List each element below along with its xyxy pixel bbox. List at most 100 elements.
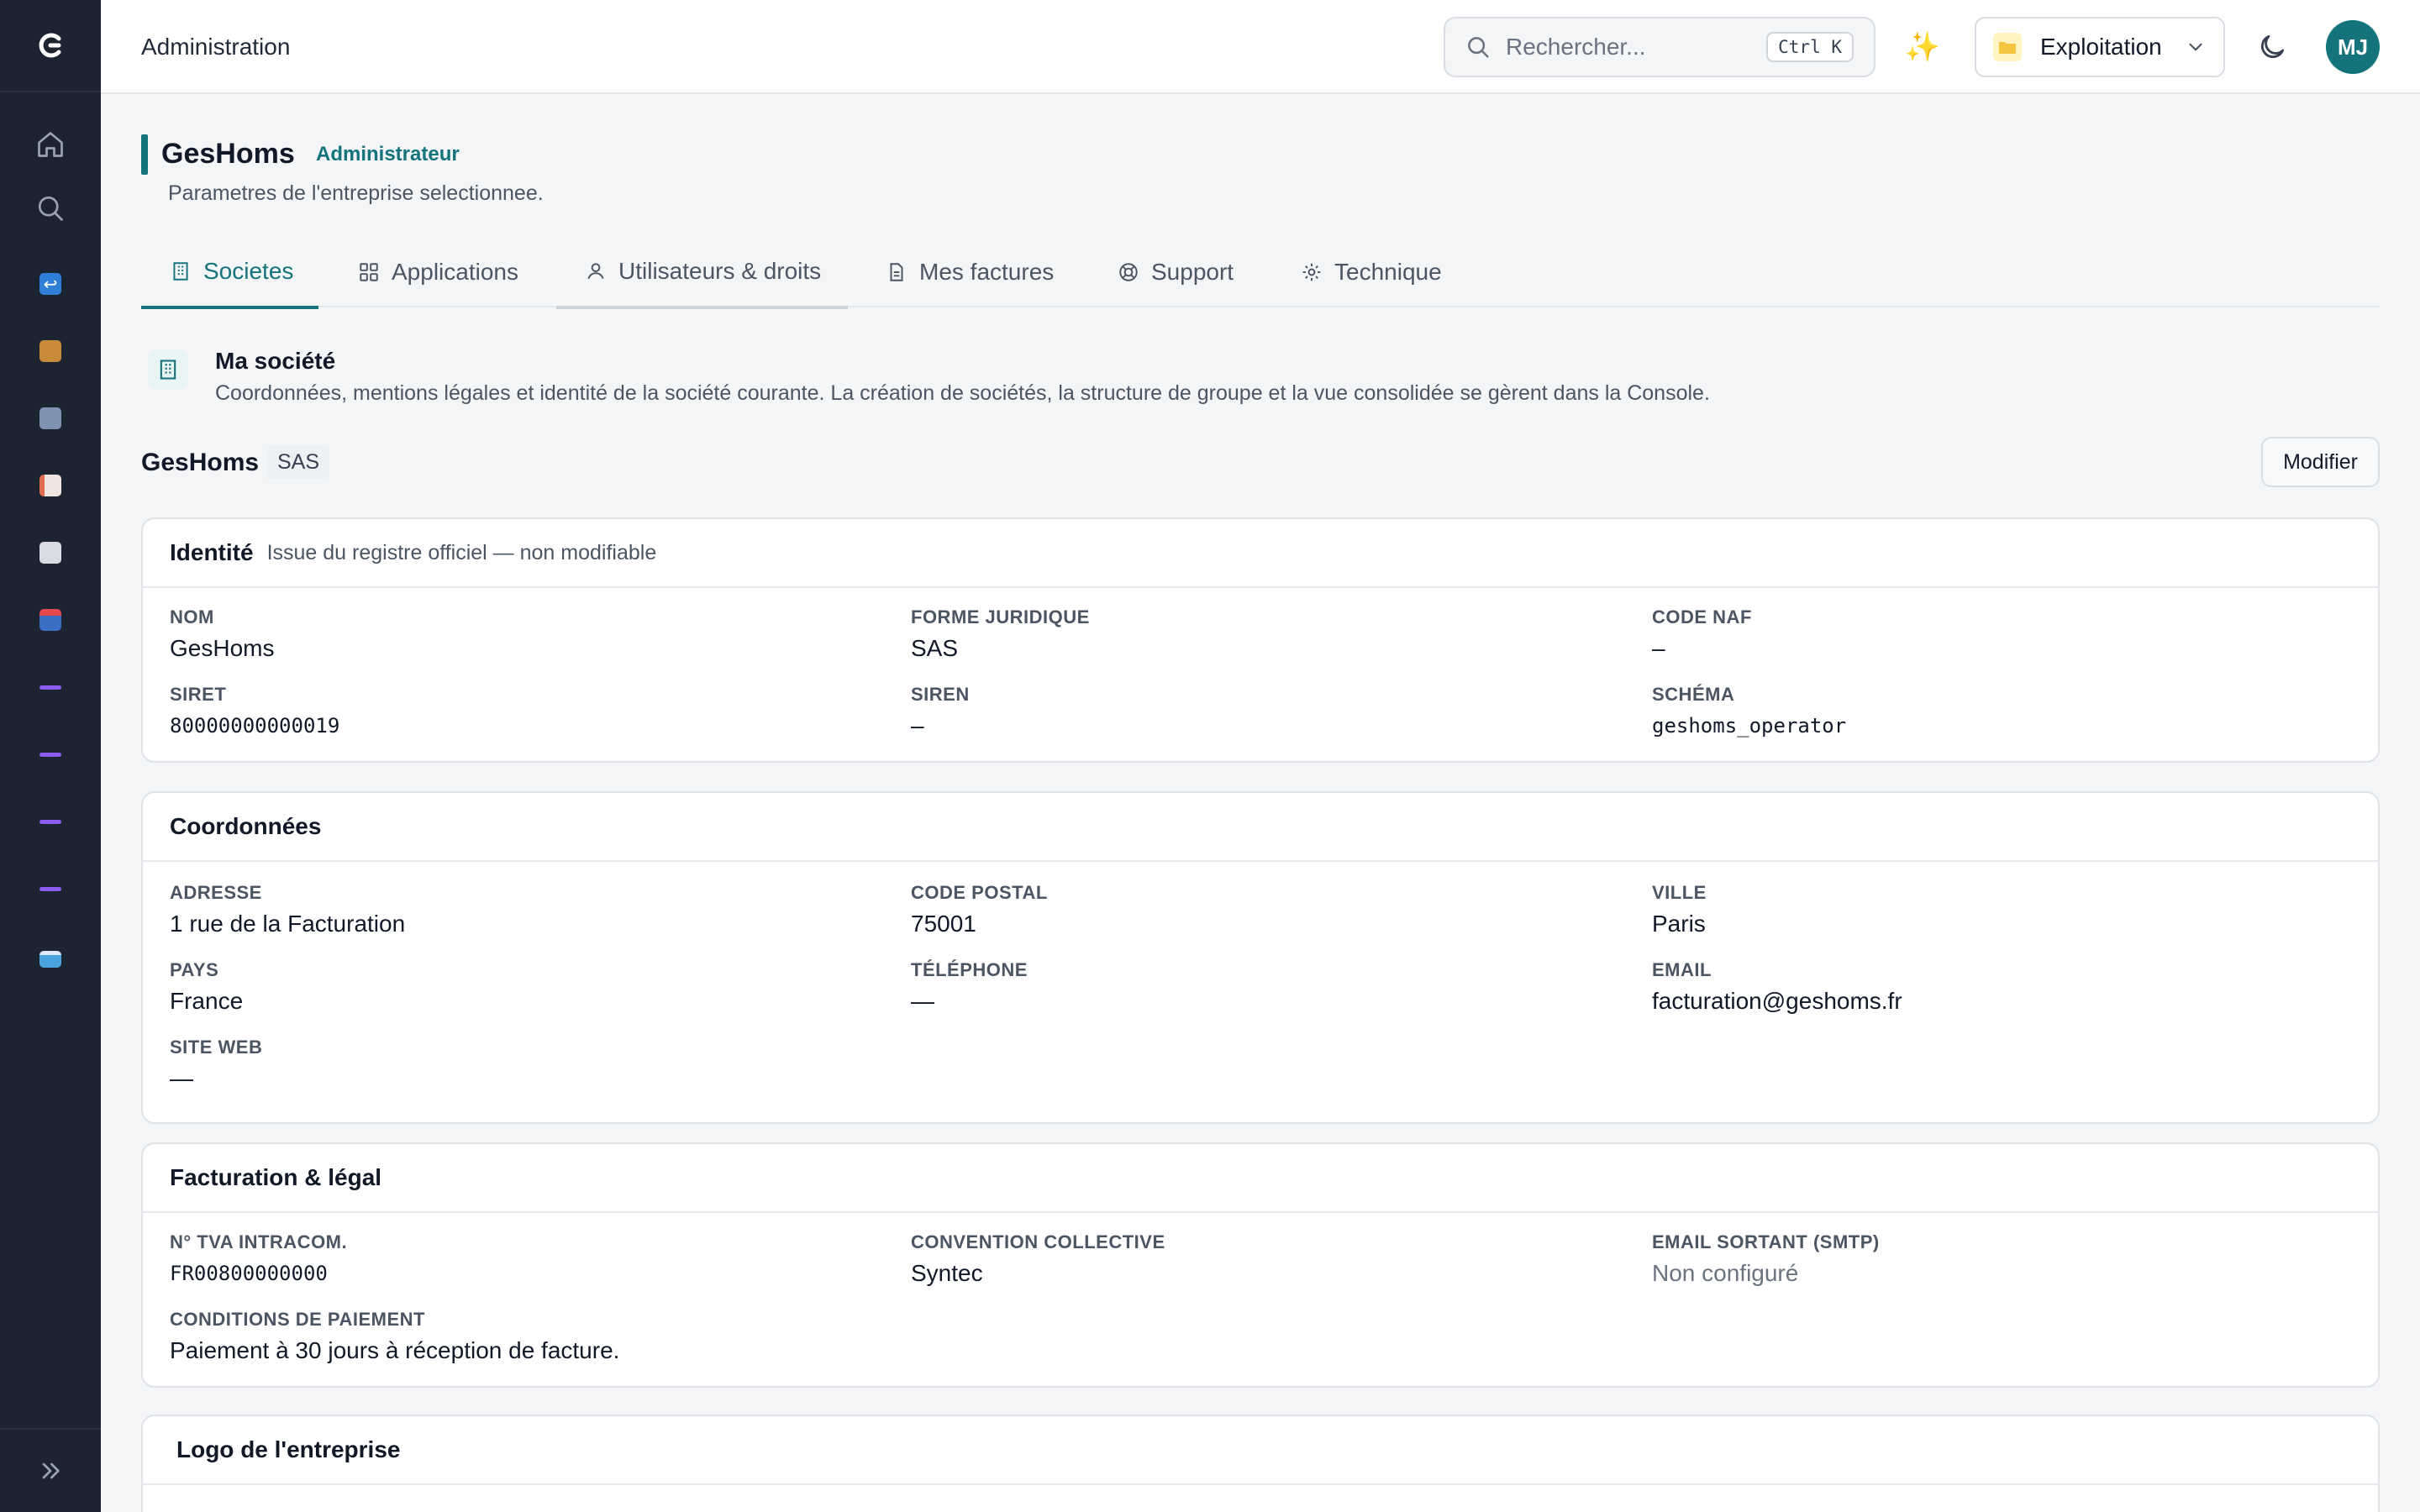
sidebar-module-1[interactable] bbox=[0, 662, 101, 712]
topbar-title: Administration bbox=[141, 34, 291, 60]
chevron-down-icon bbox=[2189, 43, 2202, 51]
card-title: Logo de l'entreprise bbox=[176, 1436, 401, 1462]
company-building-icon bbox=[148, 349, 188, 390]
sidebar-module-4[interactable] bbox=[0, 864, 101, 914]
field-label: SIRET bbox=[170, 684, 227, 705]
role-badge: Administrateur bbox=[316, 143, 460, 165]
field-value: — bbox=[911, 988, 934, 1014]
title-accent-bar bbox=[141, 134, 148, 175]
company-name: GesHoms bbox=[141, 449, 260, 476]
tab-label: Utilisateurs & droits bbox=[618, 258, 822, 284]
card-header: Coordonnées bbox=[143, 793, 2378, 862]
sidebar-search-icon[interactable] bbox=[0, 183, 101, 234]
tab-label: Mes factures bbox=[919, 259, 1055, 285]
logo-icon bbox=[39, 33, 61, 58]
field-tva: N° TVA INTRACOM. FR00800000000 bbox=[170, 1231, 842, 1285]
field-label: EMAIL bbox=[1652, 959, 1712, 980]
logo-card: Logo de l'entreprise bbox=[141, 1415, 2380, 1512]
field-label: NOM bbox=[170, 606, 214, 627]
field-telephone: TÉLÉPHONE — bbox=[911, 959, 1583, 1015]
field-label: SITE WEB bbox=[170, 1037, 263, 1058]
sidebar-package-icon[interactable] bbox=[0, 326, 101, 376]
card-title: Identité bbox=[170, 539, 254, 565]
field-value: Syntec bbox=[911, 1260, 983, 1286]
topbar: Administration Rechercher... Ctrl K ✨ Ex… bbox=[101, 0, 2420, 94]
field-convention: CONVENTION COLLECTIVE Syntec bbox=[911, 1231, 1583, 1287]
field-value: France bbox=[170, 988, 244, 1014]
sidebar: ↩ bbox=[0, 0, 101, 1512]
section-header: Ma société Coordonnées, mentions légales… bbox=[141, 343, 2380, 427]
sidebar-module-2[interactable] bbox=[0, 729, 101, 780]
sidebar-document-icon[interactable] bbox=[0, 460, 101, 511]
ai-sparkle-icon[interactable]: ✨ bbox=[1899, 24, 1946, 71]
field-site-web: SITE WEB — bbox=[170, 1037, 842, 1092]
field-value: – bbox=[911, 712, 924, 738]
gear-icon bbox=[1301, 261, 1323, 283]
folder-icon bbox=[1993, 33, 2022, 61]
field-code-naf: CODE NAF – bbox=[1652, 606, 2324, 662]
card-header: Facturation & légal bbox=[143, 1144, 2378, 1213]
field-smtp: EMAIL SORTANT (SMTP) Non configuré bbox=[1652, 1231, 2324, 1287]
chevrons-right-icon bbox=[42, 1462, 60, 1479]
field-value: — bbox=[170, 1065, 193, 1091]
card-header: Identité Issue du registre officiel — no… bbox=[143, 519, 2378, 588]
field-label: CODE POSTAL bbox=[911, 882, 1048, 903]
sidebar-ledger-icon[interactable] bbox=[0, 528, 101, 578]
theme-toggle-moon-icon[interactable] bbox=[2252, 27, 2292, 67]
sidebar-expand-button[interactable] bbox=[0, 1428, 101, 1512]
sidebar-sync-icon[interactable]: ↩ bbox=[0, 259, 101, 309]
field-conditions-paiement: CONDITIONS DE PAIEMENT Paiement à 30 jou… bbox=[170, 1309, 1346, 1364]
section-title: Ma société bbox=[215, 348, 336, 374]
sidebar-home-icon[interactable] bbox=[0, 119, 101, 170]
field-label: CONDITIONS DE PAIEMENT bbox=[170, 1309, 425, 1330]
tab-mes-factures[interactable]: Mes factures bbox=[886, 237, 1054, 307]
sidebar-card-icon[interactable] bbox=[0, 934, 101, 984]
lifebuoy-icon bbox=[1118, 261, 1139, 283]
sidebar-building-icon[interactable] bbox=[0, 393, 101, 444]
sidebar-inbox-icon[interactable] bbox=[0, 595, 101, 645]
tab-support[interactable]: Support bbox=[1118, 237, 1234, 307]
card-title: Coordonnées bbox=[170, 813, 322, 839]
tab-applications[interactable]: Applications bbox=[358, 237, 518, 307]
field-value: Non configuré bbox=[1652, 1260, 1799, 1286]
field-label: SCHÉMA bbox=[1652, 684, 1735, 705]
field-ville: VILLE Paris bbox=[1652, 882, 2324, 937]
field-siren: SIREN – bbox=[911, 684, 1583, 739]
field-label: VILLE bbox=[1652, 882, 1707, 903]
field-label: ADRESSE bbox=[170, 882, 262, 903]
field-value: 1 rue de la Facturation bbox=[170, 911, 406, 937]
identity-card: Identité Issue du registre officiel — no… bbox=[141, 517, 2380, 763]
context-selector[interactable]: Exploitation bbox=[1975, 17, 2225, 77]
field-value: Paiement à 30 jours à réception de factu… bbox=[170, 1337, 620, 1363]
field-label: CONVENTION COLLECTIVE bbox=[911, 1231, 1165, 1252]
card-header: Logo de l'entreprise bbox=[143, 1416, 2378, 1485]
field-value: 80000000000019 bbox=[170, 714, 340, 738]
tab-societes[interactable]: Societes bbox=[141, 237, 319, 309]
card-subtitle: Issue du registre officiel — non modifia… bbox=[266, 540, 657, 564]
field-label: TÉLÉPHONE bbox=[911, 959, 1028, 980]
tab-label: Support bbox=[1151, 259, 1234, 285]
grid-icon bbox=[358, 261, 380, 283]
tab-bar: Societes Applications Utilisateurs & dro… bbox=[141, 237, 2380, 309]
edit-button[interactable]: Modifier bbox=[2261, 437, 2380, 487]
field-value: geshoms_operator bbox=[1652, 714, 1847, 738]
document-icon bbox=[886, 261, 908, 283]
card-title: Facturation & légal bbox=[170, 1164, 382, 1190]
sidebar-module-3[interactable] bbox=[0, 796, 101, 847]
tab-technique[interactable]: Technique bbox=[1301, 237, 1442, 307]
field-code-postal: CODE POSTAL 75001 bbox=[911, 882, 1583, 937]
field-label: CODE NAF bbox=[1652, 606, 1752, 627]
field-nom: NOM GesHoms bbox=[170, 606, 842, 662]
search-input[interactable]: Rechercher... Ctrl K bbox=[1444, 17, 1876, 77]
section-description: Coordonnées, mentions légales et identit… bbox=[215, 381, 1710, 405]
user-avatar[interactable]: MJ bbox=[2326, 20, 2380, 74]
tab-utilisateurs[interactable]: Utilisateurs & droits bbox=[556, 237, 849, 309]
field-schema: SCHÉMA geshoms_operator bbox=[1652, 684, 2324, 738]
page-subtitle: Parametres de l'entreprise selectionnee. bbox=[168, 181, 544, 205]
app-logo[interactable] bbox=[0, 0, 101, 92]
field-value: 75001 bbox=[911, 911, 976, 937]
field-pays: PAYS France bbox=[170, 959, 842, 1015]
field-label: EMAIL SORTANT (SMTP) bbox=[1652, 1231, 1880, 1252]
field-value: GesHoms bbox=[170, 635, 275, 661]
context-label: Exploitation bbox=[2040, 34, 2162, 60]
